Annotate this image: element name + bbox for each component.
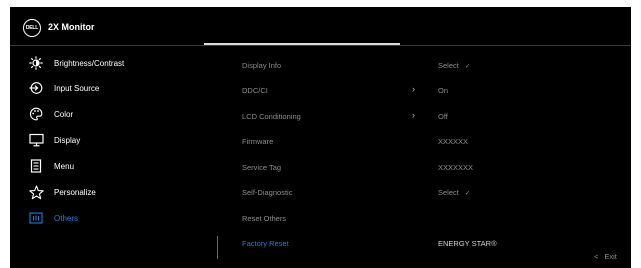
- chevron-right-icon: ›: [412, 110, 415, 120]
- check-icon: ✓: [464, 63, 471, 70]
- display-info-value: Select ✓: [438, 61, 470, 70]
- others-icon: [28, 210, 44, 226]
- sidebar-item-label: Others: [54, 213, 79, 223]
- color-palette-icon: [28, 106, 44, 122]
- sidebar-item-label: Color: [54, 109, 74, 119]
- submenu-item-firmware[interactable]: Firmware: [242, 137, 273, 146]
- menu-icon: [28, 158, 44, 174]
- sidebar-item-menu[interactable]: Menu: [10, 155, 210, 177]
- submenu-item-factory-reset[interactable]: Factory Reset: [242, 239, 289, 248]
- self-diagnostic-value: Select ✓: [438, 188, 470, 197]
- brightness-icon: [28, 55, 44, 71]
- sidebar-item-label: Menu: [54, 161, 75, 171]
- input-source-icon: [28, 80, 44, 96]
- submenu-item-ddc-ci[interactable]: DDC/CI: [242, 86, 268, 95]
- sidebar-item-input-source[interactable]: Input Source: [10, 77, 210, 99]
- exit-label: Exit: [604, 252, 617, 261]
- chevron-right-icon: ›: [412, 84, 415, 94]
- submenu-item-lcd-conditioning[interactable]: LCD Conditioning: [242, 112, 301, 121]
- sidebar-item-personalize[interactable]: Personalize: [10, 181, 210, 203]
- dell-logo: DELL: [23, 19, 41, 37]
- header-divider: [10, 45, 631, 46]
- value-text: Select: [438, 188, 459, 197]
- submenu-item-service-tag[interactable]: Service Tag: [242, 163, 281, 172]
- lcd-conditioning-value: Off: [438, 112, 448, 121]
- sidebar-item-display[interactable]: Display: [10, 129, 210, 151]
- value-text: Select: [438, 61, 459, 70]
- check-icon: ✓: [464, 190, 471, 197]
- ddc-ci-value: On: [438, 86, 449, 95]
- osd-menu: DELL 2X Monitor Brightness/Contrast Inpu…: [10, 7, 631, 268]
- sidebar-item-label: Personalize: [54, 187, 96, 197]
- submenu-item-display-info[interactable]: Display Info: [242, 61, 281, 70]
- display-icon: [28, 132, 44, 148]
- service-tag-value: XXXXXXX: [438, 163, 474, 172]
- sidebar-item-color[interactable]: Color: [10, 103, 210, 125]
- sidebar-item-label: Input Source: [54, 83, 100, 93]
- submenu-item-reset-others[interactable]: Reset Others: [242, 214, 286, 223]
- sidebar-item-brightness-contrast[interactable]: Brightness/Contrast: [10, 52, 210, 74]
- selection-indicator: [217, 236, 218, 259]
- sidebar-item-label: Brightness/Contrast: [54, 58, 125, 68]
- exit-button[interactable]: < Exit: [594, 252, 617, 261]
- firmware-value: XXXXXX: [438, 137, 469, 146]
- monitor-title: 2X Monitor: [48, 22, 95, 32]
- energy-star-label: ENERGY STAR®: [438, 239, 497, 248]
- osd-header: DELL 2X Monitor: [10, 7, 631, 49]
- chevron-left-icon: <: [594, 252, 599, 261]
- sidebar-item-label: Display: [54, 135, 81, 145]
- sidebar-item-others[interactable]: Others: [10, 207, 210, 229]
- star-icon: [28, 184, 44, 200]
- submenu-item-self-diagnostic[interactable]: Self-Diagnostic: [242, 188, 292, 197]
